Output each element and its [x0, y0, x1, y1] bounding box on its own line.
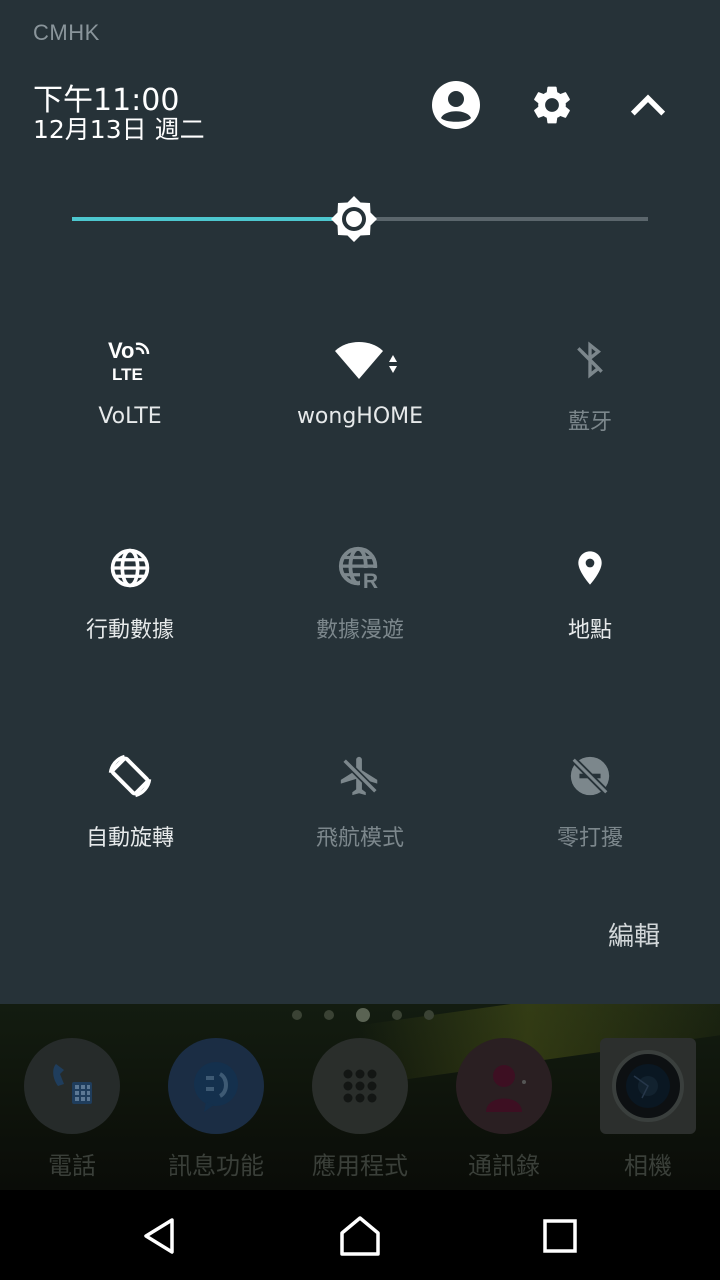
clock-time[interactable]: 下午11:00 — [33, 84, 179, 118]
tile-label: 數據漫遊 — [315, 618, 404, 643]
tile-label: wongHOME — [296, 404, 424, 429]
tile-airplane-mode[interactable]: 飛航模式 — [245, 746, 475, 916]
app-label: 電話 — [48, 1152, 96, 1180]
phone-icon — [24, 1038, 120, 1134]
back-icon[interactable] — [128, 1204, 192, 1268]
page-dot — [292, 1010, 302, 1020]
recents-icon[interactable] — [528, 1204, 592, 1268]
brightness-fill — [72, 217, 354, 221]
data-roaming-icon: R — [330, 538, 390, 598]
tile-label: 自動旋轉 — [85, 826, 174, 851]
svg-text:Vo: Vo — [108, 338, 134, 363]
wifi-icon — [325, 330, 405, 390]
tile-volte[interactable]: Vo LTE VoLTE — [15, 330, 245, 500]
auto-rotate-icon — [100, 746, 160, 806]
collapse-icon[interactable] — [623, 80, 673, 130]
tile-label: 行動數據 — [85, 618, 174, 643]
settings-icon[interactable] — [527, 80, 577, 130]
tile-auto-rotate[interactable]: 自動旋轉 — [15, 746, 245, 916]
do-not-disturb-icon — [560, 746, 620, 806]
app-label: 訊息功能 — [168, 1152, 264, 1180]
brightness-icon[interactable] — [328, 193, 380, 245]
tile-label: VoLTE — [98, 404, 162, 429]
tile-wifi[interactable]: wongHOME — [245, 330, 475, 500]
tile-label: 飛航模式 — [315, 826, 404, 851]
app-contacts[interactable]: 通訊錄 — [444, 1038, 564, 1181]
carrier-name: CMHK — [33, 20, 100, 45]
page-indicator — [292, 1008, 434, 1022]
svg-text:R: R — [363, 570, 378, 591]
apps-icon — [312, 1038, 408, 1134]
mobile-data-icon — [100, 538, 160, 598]
app-messaging[interactable]: 訊息功能 — [156, 1038, 276, 1181]
page-dot — [392, 1010, 402, 1020]
tile-label: 藍牙 — [567, 410, 612, 435]
messaging-icon — [168, 1038, 264, 1134]
location-icon — [560, 538, 620, 598]
page-dot — [356, 1008, 370, 1022]
svg-text:LTE: LTE — [112, 365, 143, 384]
app-label: 應用程式 — [312, 1152, 408, 1180]
account-icon[interactable] — [431, 80, 481, 130]
navigation-bar — [0, 1190, 720, 1280]
bluetooth-off-icon — [560, 330, 620, 390]
app-phone[interactable]: 電話 — [12, 1038, 132, 1181]
tile-location[interactable]: 地點 — [475, 538, 705, 708]
app-label: 通訊錄 — [468, 1152, 540, 1180]
tile-label: 地點 — [567, 618, 612, 643]
page-dot — [324, 1010, 334, 1020]
home-icon[interactable] — [328, 1204, 392, 1268]
tile-label: 零打擾 — [556, 826, 623, 851]
app-camera[interactable]: 相機 — [588, 1038, 708, 1181]
contacts-icon — [456, 1038, 552, 1134]
volte-icon: Vo LTE — [100, 330, 160, 390]
tile-mobile-data[interactable]: 行動數據 — [15, 538, 245, 708]
tile-data-roaming[interactable]: R 數據漫遊 — [245, 538, 475, 708]
tile-bluetooth[interactable]: 藍牙 — [475, 330, 705, 500]
notification-shade: CMHK 下午11:00 12月13日 週二 Vo LTE VoLTE wong… — [0, 0, 720, 1004]
clock-date[interactable]: 12月13日 週二 — [33, 116, 205, 144]
tile-do-not-disturb[interactable]: 零打擾 — [475, 746, 705, 916]
page-dot — [424, 1010, 434, 1020]
edit-button[interactable]: 編輯 — [608, 916, 660, 953]
airplane-mode-icon — [330, 746, 390, 806]
camera-icon — [600, 1038, 696, 1134]
app-label: 相機 — [624, 1152, 672, 1180]
app-drawer[interactable]: 應用程式 — [300, 1038, 420, 1181]
